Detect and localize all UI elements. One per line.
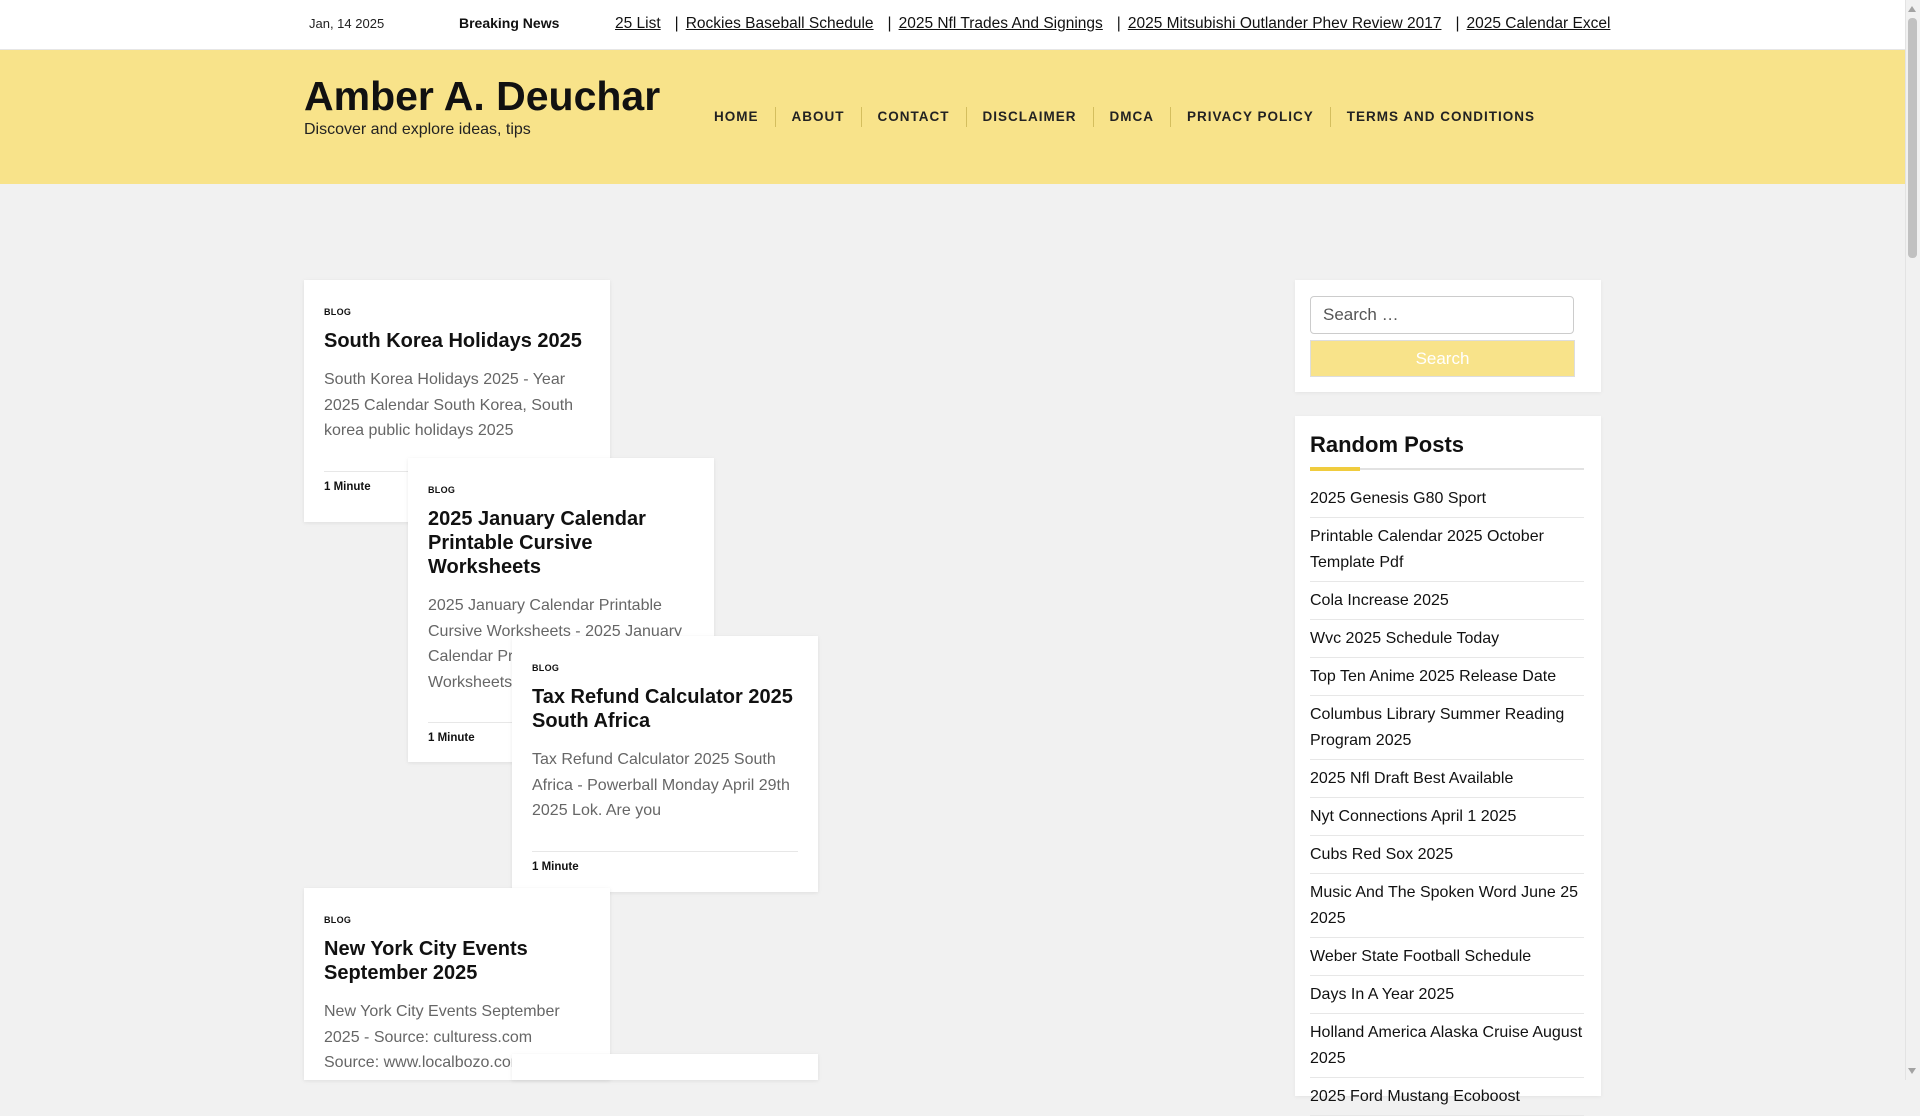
post-title[interactable]: South Korea Holidays 2025 (324, 329, 590, 353)
random-post-link[interactable]: Music And The Spoken Word June 25 2025 (1310, 874, 1584, 938)
ticker-separator: | (887, 15, 892, 32)
nav-about[interactable]: ABOUT (774, 107, 861, 127)
post-title[interactable]: 2025 January Calendar Printable Cursive … (428, 507, 694, 579)
nav-privacy-policy[interactable]: PRIVACY POLICY (1170, 107, 1330, 127)
random-post-link[interactable]: Weber State Football Schedule (1310, 938, 1584, 976)
random-post-link[interactable]: 2025 Ford Mustang Ecoboost (1310, 1078, 1584, 1116)
ticker-track: 25 List | Rockies Baseball Schedule | 2025 N… (615, 15, 1610, 33)
breaking-news-ticker: 25 List | Rockies Baseball Schedule | 2025 N… (612, 0, 1642, 49)
breaking-news-label: Breaking News (459, 15, 560, 31)
ticker-separator: | (674, 15, 679, 32)
post-excerpt: South Korea Holidays 2025 - Year 2025 Ca… (324, 371, 574, 439)
post-category[interactable]: BLOG (324, 915, 590, 925)
post-title[interactable]: New York City Events September 2025 (324, 937, 590, 985)
scroll-up-arrow-icon[interactable] (1908, 6, 1916, 12)
post-card: BLOG Tax Refund Calculator 2025 South Af… (512, 636, 818, 892)
random-post-link[interactable]: Wvc 2025 Schedule Today (1310, 620, 1584, 658)
nav-terms-and-conditions[interactable]: TERMS AND CONDITIONS (1329, 107, 1551, 127)
post-read-time: 1 Minute (532, 860, 579, 873)
nav-home[interactable]: HOME (698, 107, 775, 127)
random-posts-list: 2025 Genesis G80 Sport Printable Calenda… (1310, 480, 1584, 1116)
random-posts-title: Random Posts (1310, 432, 1465, 457)
post-excerpt: Tax Refund Calculator 2025 South Africa … (532, 751, 790, 819)
site-title[interactable]: Amber A. Deuchar (304, 73, 660, 120)
random-posts-widget: Random Posts 2025 Genesis G80 Sport Prin… (1295, 416, 1601, 1116)
ticker-link[interactable]: 2025 Nfl Trades And Signings (899, 15, 1103, 32)
current-date: Jan, 14 2025 (309, 16, 385, 31)
ticker-link[interactable]: Rockies Baseball Schedule (686, 15, 874, 32)
nav-contact[interactable]: CONTACT (860, 107, 966, 127)
post-category[interactable]: BLOG (532, 663, 798, 673)
post-category[interactable]: BLOG (324, 307, 590, 317)
search-button[interactable]: Search (1310, 340, 1575, 377)
site-tagline: Discover and explore ideas, tips (304, 121, 531, 138)
random-post-link[interactable]: Nyt Connections April 1 2025 (1310, 798, 1584, 836)
random-post-link[interactable]: Cola Increase 2025 (1310, 582, 1584, 620)
post-title[interactable]: Tax Refund Calculator 2025 South Africa (532, 685, 798, 733)
random-post-link[interactable]: Holland America Alaska Cruise August 202… (1310, 1014, 1584, 1078)
random-post-link[interactable]: Columbus Library Summer Reading Program … (1310, 696, 1584, 760)
ticker-separator: | (1455, 15, 1460, 32)
search-input[interactable] (1310, 296, 1574, 334)
ticker-link[interactable]: 2025 Mitsubishi Outlander Phev Review 20… (1128, 15, 1442, 32)
random-post-link[interactable]: Top Ten Anime 2025 Release Date (1310, 658, 1584, 696)
scroll-down-arrow-icon[interactable] (1908, 1068, 1916, 1074)
post-card (512, 1054, 818, 1080)
scrollbar-thumb[interactable] (1908, 18, 1917, 258)
card-divider (532, 850, 798, 852)
top-bar: Jan, 14 2025 Breaking News 25 List | Rocki… (0, 0, 1905, 50)
ticker-link[interactable]: 25 List (615, 15, 661, 32)
main-navigation: HOME ABOUT CONTACT DISCLAIMER DMCA PRIVA… (698, 107, 1551, 127)
random-post-link[interactable]: Days In A Year 2025 (1310, 976, 1584, 1014)
random-post-link[interactable]: Cubs Red Sox 2025 (1310, 836, 1584, 874)
ticker-link[interactable]: 2025 Calendar Excel (1467, 15, 1611, 32)
random-post-link[interactable]: 2025 Genesis G80 Sport (1310, 480, 1584, 518)
random-post-link[interactable]: 2025 Nfl Draft Best Available (1310, 760, 1584, 798)
post-card: BLOG New York City Events September 2025… (304, 888, 610, 1080)
search-widget: Search (1295, 280, 1601, 392)
ticker-separator: | (1116, 15, 1121, 32)
title-accent-bar (1310, 467, 1360, 471)
post-category[interactable]: BLOG (428, 485, 694, 495)
random-post-link[interactable]: Printable Calendar 2025 October Template… (1310, 518, 1584, 582)
nav-disclaimer[interactable]: DISCLAIMER (965, 107, 1093, 127)
nav-dmca[interactable]: DMCA (1092, 107, 1171, 127)
